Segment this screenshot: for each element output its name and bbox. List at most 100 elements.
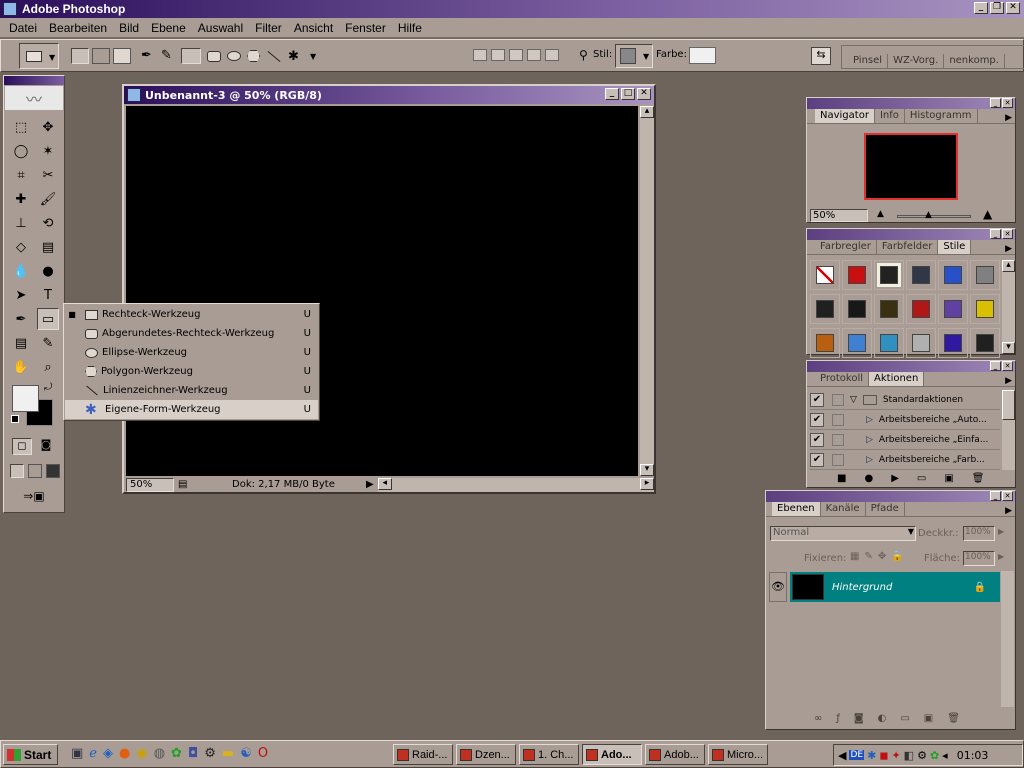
actions-scrollbar[interactable] [1002, 390, 1015, 470]
dodge-icon[interactable]: ● [37, 260, 59, 282]
style-swatch[interactable] [810, 294, 840, 324]
create-new-shape-icon[interactable] [473, 49, 487, 61]
zoom-out-icon[interactable]: ▲ [877, 209, 884, 219]
panel-menu-arrow-icon[interactable]: ▶ [1005, 506, 1012, 516]
style-swatch[interactable] [874, 294, 904, 324]
freeform-pen-icon[interactable]: ✎ [161, 48, 175, 64]
history-brush-icon[interactable]: ⟲ [37, 212, 59, 234]
style-swatch[interactable] [938, 294, 968, 324]
styles-scrollbar[interactable]: ▴ ▾ [1002, 260, 1015, 354]
taskbar-button[interactable]: Ado... [582, 744, 642, 765]
menu-item-bild[interactable]: Bild [113, 21, 145, 35]
opera-icon[interactable]: O [258, 746, 268, 761]
language-indicator[interactable]: DE [849, 750, 865, 760]
style-swatch[interactable] [970, 260, 1000, 290]
pen-icon[interactable]: ✒ [10, 308, 32, 330]
panel-menu-arrow-icon[interactable]: ▶ [1005, 376, 1012, 386]
volume-icon[interactable]: ◂ [942, 749, 948, 762]
zoom-in-icon[interactable]: ▲ [983, 207, 992, 221]
trash-icon[interactable]: 🗑 [972, 473, 985, 484]
new-layer-icon[interactable]: ▣ [924, 713, 933, 724]
antivirus-icon[interactable]: ◼ [879, 749, 888, 762]
style-swatch[interactable] [842, 294, 872, 324]
fill-arrow-icon[interactable]: ▶ [998, 552, 1004, 561]
navigator-zoom-field[interactable]: 50% [810, 209, 868, 222]
lasso-icon[interactable]: ◯ [10, 140, 32, 162]
folder-icon[interactable]: ▬ [222, 746, 234, 761]
menu-item-ansicht[interactable]: Ansicht [288, 21, 339, 35]
tray-app-icon[interactable]: ✱ [867, 749, 876, 762]
horizontal-scrollbar[interactable]: ◂ ▸ [377, 477, 654, 492]
lock-all-icon[interactable]: 🔒 [891, 551, 903, 562]
dialog-toggle-icon[interactable] [832, 393, 844, 406]
play-triangle-icon[interactable]: ▷ [866, 455, 873, 465]
new-action-icon[interactable]: ▣ [944, 473, 953, 484]
panel-close-button[interactable]: ✕ [1002, 98, 1013, 108]
quick-mask-icon[interactable]: ◙ [36, 438, 56, 455]
screen-mode-standard-icon[interactable] [10, 464, 24, 478]
panel-minimize-button[interactable]: _ [990, 361, 1001, 371]
close-button[interactable]: ✕ [1006, 2, 1020, 14]
jump-to-imageready-icon[interactable]: ⇒▣ [14, 489, 54, 507]
move-icon[interactable]: ✥ [37, 116, 59, 138]
checkmark-icon[interactable]: ✔ [810, 432, 824, 447]
taskbar-button[interactable]: Adob... [645, 744, 705, 765]
action-row[interactable]: ✔ ▷ Arbeitsbereiche „Farb... [810, 450, 1000, 470]
flyout-item[interactable]: Linienzeichner-Werkzeug U [65, 381, 318, 400]
color-swatch[interactable] [689, 47, 716, 64]
tray-arrow-icon[interactable]: ◀ [838, 749, 846, 762]
dialog-toggle-icon[interactable] [832, 413, 844, 426]
panel-tab[interactable]: Aktionen [869, 372, 925, 386]
app-icon[interactable]: ◘ [188, 746, 198, 761]
flyout-item[interactable]: Ellipse-Werkzeug U [65, 343, 318, 362]
flyout-item[interactable]: ✱ Eigene-Form-Werkzeug U [65, 400, 318, 419]
zoom-field[interactable]: 50% [126, 477, 174, 492]
panel-minimize-button[interactable]: _ [990, 98, 1001, 108]
icq-icon[interactable]: ✿ [171, 746, 182, 761]
flyout-item[interactable]: ■ Rechteck-Werkzeug U [65, 305, 318, 324]
panel-close-button[interactable]: ✕ [1002, 491, 1013, 501]
menu-item-datei[interactable]: Datei [3, 21, 43, 35]
blend-mode-select[interactable]: Normal ▼ [770, 526, 916, 541]
delete-layer-icon[interactable]: 🗑 [947, 713, 960, 724]
panel-menu-arrow-icon[interactable]: ▶ [1005, 244, 1012, 254]
style-swatch[interactable] [842, 328, 872, 358]
action-row[interactable]: ✔ ▽ Standardaktionen [810, 390, 1000, 410]
eraser-icon[interactable]: ◇ [10, 236, 32, 258]
path-selection-icon[interactable]: ➤ [10, 284, 32, 306]
minimize-button[interactable]: _ [974, 2, 988, 14]
clock[interactable]: 01:03 [957, 749, 989, 762]
well-tab[interactable]: WZ-Vorg. [888, 54, 945, 68]
panel-tab[interactable]: Farbregler [815, 240, 877, 254]
style-swatch[interactable] [842, 260, 872, 290]
swap-colors-icon[interactable]: ⤾ [44, 382, 52, 393]
layer-style-icon[interactable]: ƒ [836, 713, 840, 724]
paths-mode-icon[interactable] [92, 48, 110, 64]
style-swatch[interactable] [970, 294, 1000, 324]
panel-tab[interactable]: Farbfelder [877, 240, 939, 254]
doc-maximize-button[interactable]: □ [621, 88, 635, 100]
play-triangle-icon[interactable]: ▷ [866, 435, 873, 445]
subtract-shape-icon[interactable] [509, 49, 523, 61]
opacity-arrow-icon[interactable]: ▶ [998, 527, 1004, 536]
blur-icon[interactable]: 💧 [10, 260, 32, 282]
new-group-icon[interactable]: ▭ [900, 713, 909, 724]
action-row[interactable]: ✔ ▷ Arbeitsbereiche „Einfa... [810, 430, 1000, 450]
panel-menu-arrow-icon[interactable]: ▶ [1005, 113, 1012, 123]
panel-tab[interactable]: Histogramm [905, 109, 978, 123]
crop-icon[interactable]: ⌗ [10, 164, 32, 186]
menu-item-fenster[interactable]: Fenster [339, 21, 392, 35]
play-triangle-icon[interactable]: ▷ [866, 415, 873, 425]
chevron-down-icon[interactable]: ▼ [310, 52, 316, 61]
file-browser-icon[interactable]: ⇆ [811, 47, 831, 65]
fill-field[interactable]: 100% [963, 551, 995, 566]
vertical-scrollbar[interactable]: ▴ ▾ [640, 106, 654, 476]
style-swatch[interactable] [906, 294, 936, 324]
flyout-item[interactable]: Polygon-Werkzeug U [65, 362, 318, 381]
panel-tab[interactable]: Stile [938, 240, 972, 254]
feather-logo-icon[interactable]: 〰 [5, 86, 63, 110]
zoom-slider-thumb-icon[interactable]: ▲ [925, 210, 932, 220]
checkmark-icon[interactable]: ✔ [810, 392, 824, 407]
intersect-shape-icon[interactable] [527, 49, 541, 61]
panel-tab[interactable]: Info [875, 109, 905, 123]
